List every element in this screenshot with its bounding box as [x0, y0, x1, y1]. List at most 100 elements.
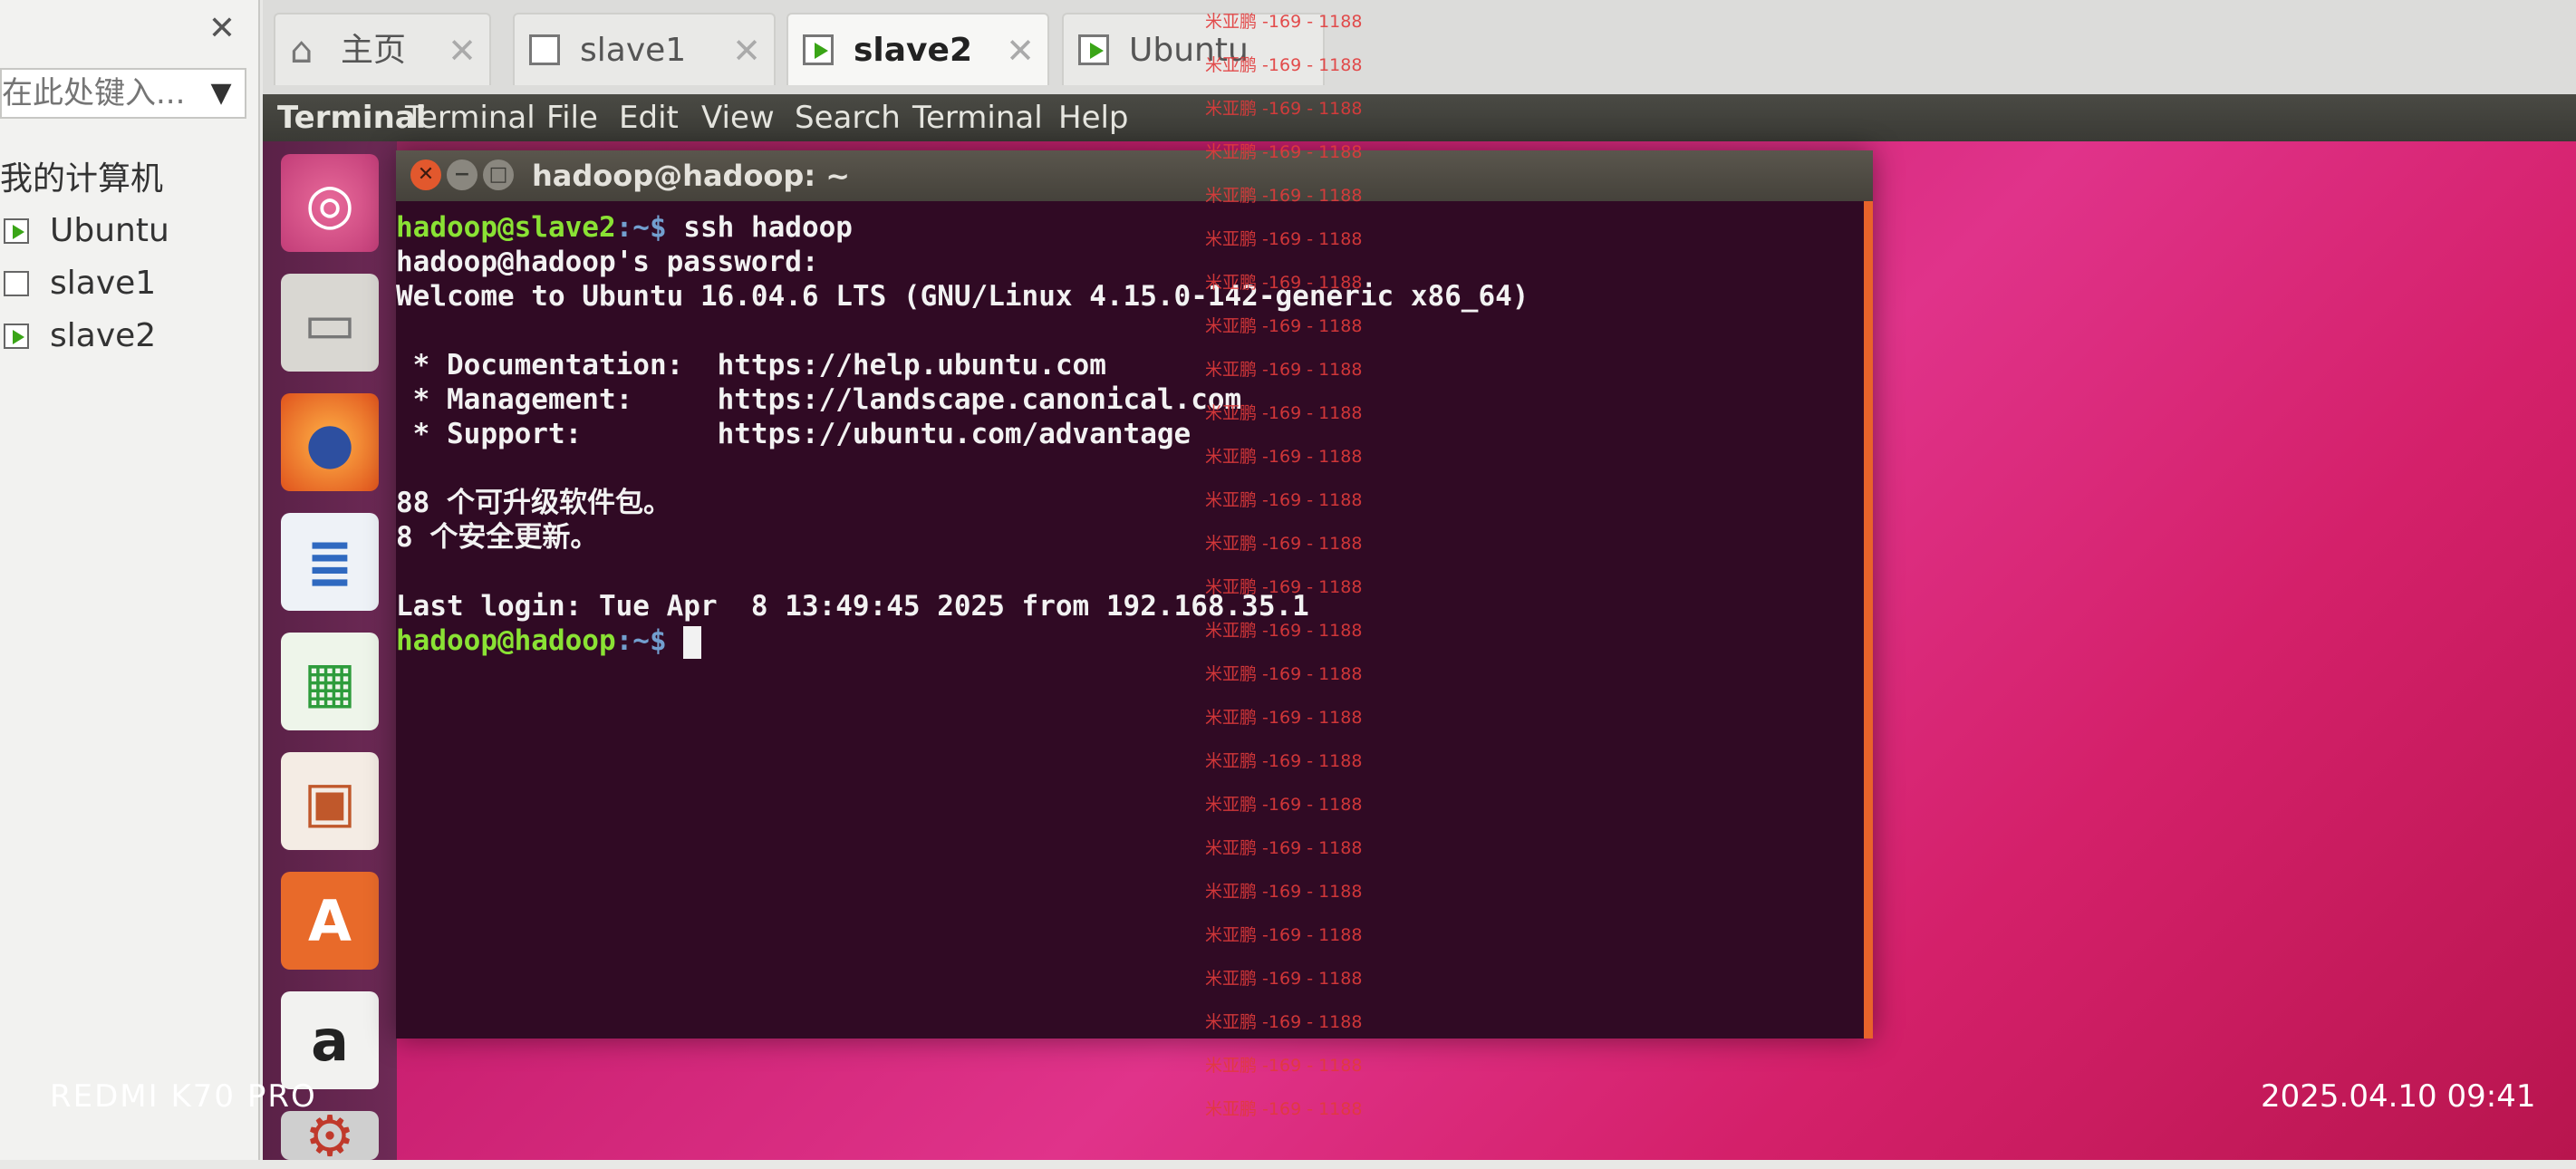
terminal-line: hadoop@slave2:~$ ssh hadoop — [396, 210, 1855, 245]
watermark-text: 米亚鹏 -169 - 1188 — [1205, 12, 1363, 32]
watermark-text: 米亚鹏 -169 - 1188 — [1205, 534, 1363, 554]
close-icon[interactable]: ✕ — [410, 159, 441, 190]
watermark-text: 米亚鹏 -169 - 1188 — [1205, 186, 1363, 206]
library-item-slave2[interactable]: slave2 — [0, 310, 254, 362]
watermark-text: 米亚鹏 -169 - 1188 — [1205, 838, 1363, 858]
menu-terminal-2[interactable]: Terminal — [912, 94, 1043, 141]
tab-close-icon[interactable]: ✕ — [732, 31, 761, 71]
tab-close-icon[interactable]: ✕ — [1006, 31, 1035, 71]
terminal-titlebar[interactable]: ✕ − □ hadoop@hadoop: ~ — [396, 150, 1873, 201]
library-item-label: Ubuntu — [50, 212, 169, 249]
watermark-text: 米亚鹏 -169 - 1188 — [1205, 447, 1363, 467]
watermark-text: 米亚鹏 -169 - 1188 — [1205, 795, 1363, 815]
watermark-text: 米亚鹏 -169 - 1188 — [1205, 882, 1363, 902]
vm-library-pane: ✕ ▼ 我的计算机 Ubuntu slave1 slave2 — [0, 0, 260, 1160]
guest-desktop[interactable]: Terminal Terminal File Edit View Search … — [263, 94, 2576, 1169]
chevron-down-icon[interactable]: ▼ — [205, 77, 237, 110]
camera-model-label: REDMI K70 PRO — [50, 1078, 317, 1115]
firefox-icon[interactable]: ● — [281, 393, 379, 491]
tab-label: slave1 — [580, 32, 687, 69]
vm-running-icon — [1078, 34, 1109, 65]
terminal-edge-highlight — [1864, 201, 1873, 1039]
terminal-line: hadoop@hadoop's password: — [396, 246, 819, 278]
watermark-text: 米亚鹏 -169 - 1188 — [1205, 55, 1363, 75]
dash-home-icon[interactable]: ◎ — [281, 154, 379, 252]
vm-running-icon — [4, 218, 29, 244]
prompt-user: hadoop@slave2 — [396, 211, 616, 244]
watermark-text: 米亚鹏 -169 - 1188 — [1205, 316, 1363, 336]
terminal-line: Last login: Tue Apr 8 13:49:45 2025 from… — [396, 590, 1309, 623]
terminal-title: hadoop@hadoop: ~ — [532, 159, 851, 193]
terminal-line: Welcome to Ubuntu 16.04.6 LTS (GNU/Linux… — [396, 280, 1529, 313]
watermark-text: 米亚鹏 -169 - 1188 — [1205, 229, 1363, 249]
watermark-text: 米亚鹏 -169 - 1188 — [1205, 273, 1363, 293]
terminal-line: 8 个安全更新。 — [396, 521, 599, 554]
unity-launcher: ◎ ▭ ● ≣ ▦ ▣ A a ⚙ — [263, 141, 397, 1169]
watermark-text: 米亚鹏 -169 - 1188 — [1205, 1099, 1363, 1119]
vm-icon — [4, 271, 29, 296]
watermark-text: 米亚鹏 -169 - 1188 — [1205, 1056, 1363, 1076]
terminal-line: * Documentation: https://help.ubuntu.com — [396, 349, 1106, 382]
home-icon: ⌂ — [290, 30, 314, 72]
terminal-line: * Support: https://ubuntu.com/advantage — [396, 418, 1192, 450]
library-item-label: slave2 — [50, 317, 157, 354]
maximize-icon[interactable]: □ — [483, 159, 514, 190]
library-root-my-computer[interactable]: 我的计算机 — [0, 154, 254, 205]
watermark-text: 米亚鹏 -169 - 1188 — [1205, 142, 1363, 162]
tab-close-icon[interactable]: ✕ — [448, 31, 477, 71]
minimize-icon[interactable]: − — [447, 159, 478, 190]
library-item-slave1[interactable]: slave1 — [0, 257, 254, 310]
menu-view[interactable]: View — [701, 94, 775, 141]
prompt-path: :~$ — [615, 211, 667, 244]
vm-running-icon — [803, 34, 834, 65]
watermark-text: 米亚鹏 -169 - 1188 — [1205, 925, 1363, 945]
system-settings-icon[interactable]: ⚙ — [281, 1103, 379, 1169]
watermark-text: 米亚鹏 -169 - 1188 — [1205, 664, 1363, 684]
camera-timestamp: 2025.04.10 09:41 — [2261, 1078, 2536, 1115]
text-cursor — [683, 625, 702, 659]
vm-tab-bar: ⌂ 主页 ✕ slave1 ✕ slave2 ✕ Ubuntu — [263, 0, 2576, 94]
watermark-text: 米亚鹏 -169 - 1188 — [1205, 621, 1363, 641]
library-item-label: slave1 — [50, 265, 157, 302]
watermark-text: 米亚鹏 -169 - 1188 — [1205, 360, 1363, 380]
library-search-input[interactable] — [2, 70, 192, 117]
libreoffice-writer-icon[interactable]: ≣ — [281, 513, 379, 611]
terminal-line: hadoop@hadoop:~$ — [396, 623, 1855, 659]
unity-top-panel: Terminal Terminal File Edit View Search … — [263, 94, 2576, 141]
menu-edit[interactable]: Edit — [619, 94, 679, 141]
menu-help[interactable]: Help — [1058, 94, 1129, 141]
terminal-window[interactable]: ✕ − □ hadoop@hadoop: ~ hadoop@slave2:~$ … — [396, 150, 1873, 1039]
library-close-icon[interactable]: ✕ — [204, 11, 240, 47]
amazon-icon[interactable]: a — [281, 991, 379, 1089]
vm-icon — [529, 34, 560, 65]
libreoffice-impress-icon[interactable]: ▣ — [281, 752, 379, 850]
tab-home[interactable]: ⌂ 主页 ✕ — [274, 13, 491, 85]
watermark-text: 米亚鹏 -169 - 1188 — [1205, 1012, 1363, 1032]
watermark-text: 米亚鹏 -169 - 1188 — [1205, 490, 1363, 510]
watermark-column: 米亚鹏 -169 - 1188 米亚鹏 -169 - 1188 米亚鹏 -169… — [1205, 0, 1386, 1160]
library-tree: 我的计算机 Ubuntu slave1 slave2 — [0, 154, 254, 362]
prompt-user: hadoop@hadoop — [396, 624, 616, 657]
command-text: ssh hadoop — [666, 211, 853, 244]
prompt-path: :~$ — [615, 624, 667, 657]
libreoffice-calc-icon[interactable]: ▦ — [281, 633, 379, 730]
terminal-output[interactable]: hadoop@slave2:~$ ssh hadoop hadoop@hadoop… — [396, 210, 1855, 659]
menu-file[interactable]: File — [546, 94, 598, 141]
vm-running-icon — [4, 324, 29, 349]
tab-slave1[interactable]: slave1 ✕ — [513, 13, 776, 85]
watermark-text: 米亚鹏 -169 - 1188 — [1205, 708, 1363, 728]
tab-slave2[interactable]: slave2 ✕ — [786, 13, 1049, 85]
files-icon[interactable]: ▭ — [281, 274, 379, 372]
active-app-name: Terminal — [277, 100, 427, 136]
watermark-text: 米亚鹏 -169 - 1188 — [1205, 751, 1363, 771]
watermark-text: 米亚鹏 -169 - 1188 — [1205, 403, 1363, 423]
library-item-ubuntu[interactable]: Ubuntu — [0, 205, 254, 257]
menu-search[interactable]: Search — [795, 94, 901, 141]
menu-terminal[interactable]: Terminal — [405, 94, 535, 141]
library-search-box[interactable]: ▼ — [0, 68, 246, 119]
terminal-line: * Management: https://landscape.canonica… — [396, 383, 1242, 416]
terminal-line: 88 个可升级软件包。 — [396, 487, 671, 519]
software-center-icon[interactable]: A — [281, 872, 379, 970]
watermark-text: 米亚鹏 -169 - 1188 — [1205, 577, 1363, 597]
